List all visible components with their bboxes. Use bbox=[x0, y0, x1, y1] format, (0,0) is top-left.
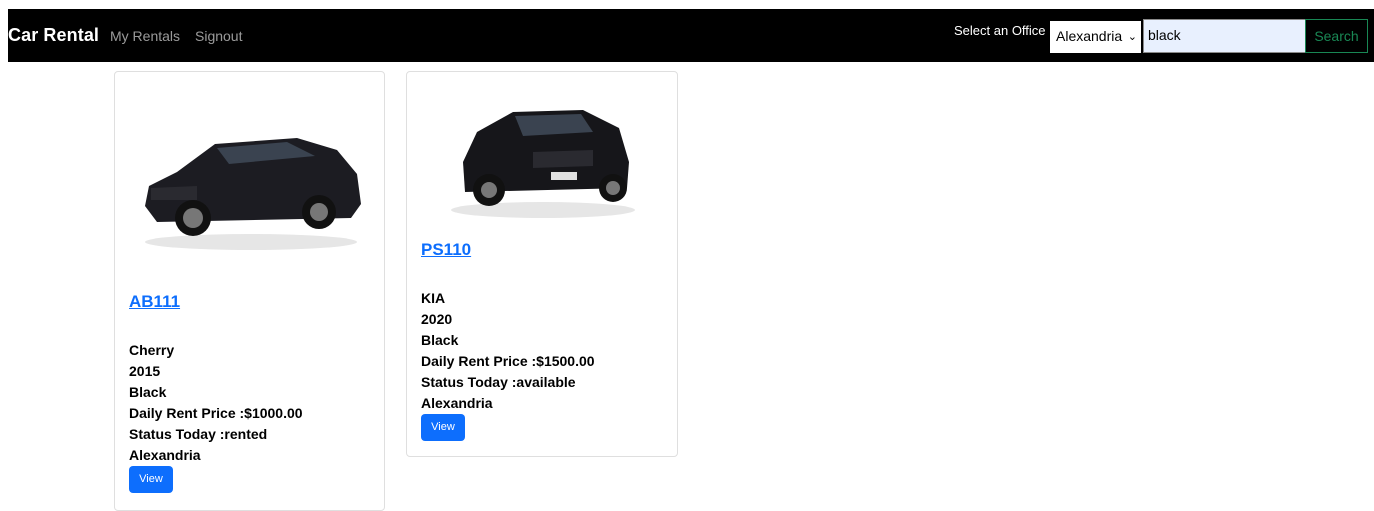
car-details: KIA 2020 Black Daily Rent Price :$1500.0… bbox=[421, 288, 595, 414]
navbar: Car Rental My Rentals Signout Select an … bbox=[8, 9, 1374, 62]
car-make: KIA bbox=[421, 290, 446, 306]
nav-signout[interactable]: Signout bbox=[195, 28, 242, 44]
office-selected-value: Alexandria bbox=[1056, 28, 1123, 44]
car-details: Cherry 2015 Black Daily Rent Price :$100… bbox=[129, 340, 303, 466]
car-office: Alexandria bbox=[129, 447, 201, 463]
nav-my-rentals[interactable]: My Rentals bbox=[110, 28, 180, 44]
car-color: Black bbox=[129, 384, 167, 400]
car-price: Daily Rent Price :$1500.00 bbox=[421, 353, 595, 369]
chevron-down-icon: ⌄ bbox=[1127, 31, 1137, 43]
car-make: Cherry bbox=[129, 342, 175, 358]
car-card: AB111 Cherry 2015 Black Daily Rent Price… bbox=[114, 71, 385, 511]
office-select[interactable]: Alexandria ⌄ bbox=[1050, 21, 1141, 53]
car-year: 2020 bbox=[421, 311, 453, 327]
search-input[interactable]: black bbox=[1143, 19, 1306, 53]
car-card: PS110 KIA 2020 Black Daily Rent Price :$… bbox=[406, 71, 678, 457]
car-price: Daily Rent Price :$1000.00 bbox=[129, 405, 303, 421]
office-label: Select an Office bbox=[954, 23, 1046, 38]
car-image-suv bbox=[145, 138, 361, 250]
brand-link[interactable]: Car Rental bbox=[8, 25, 99, 46]
car-status: Status Today :available bbox=[421, 374, 576, 390]
search-button[interactable]: Search bbox=[1305, 19, 1368, 53]
car-plate-link[interactable]: AB111 bbox=[129, 292, 180, 312]
view-button[interactable]: View bbox=[421, 414, 465, 441]
view-button[interactable]: View bbox=[129, 466, 173, 493]
car-image-suv bbox=[451, 110, 635, 218]
car-year: 2015 bbox=[129, 363, 161, 379]
car-color: Black bbox=[421, 332, 459, 348]
car-status: Status Today :rented bbox=[129, 426, 268, 442]
car-plate-link[interactable]: PS110 bbox=[421, 240, 471, 260]
car-office: Alexandria bbox=[421, 395, 493, 411]
